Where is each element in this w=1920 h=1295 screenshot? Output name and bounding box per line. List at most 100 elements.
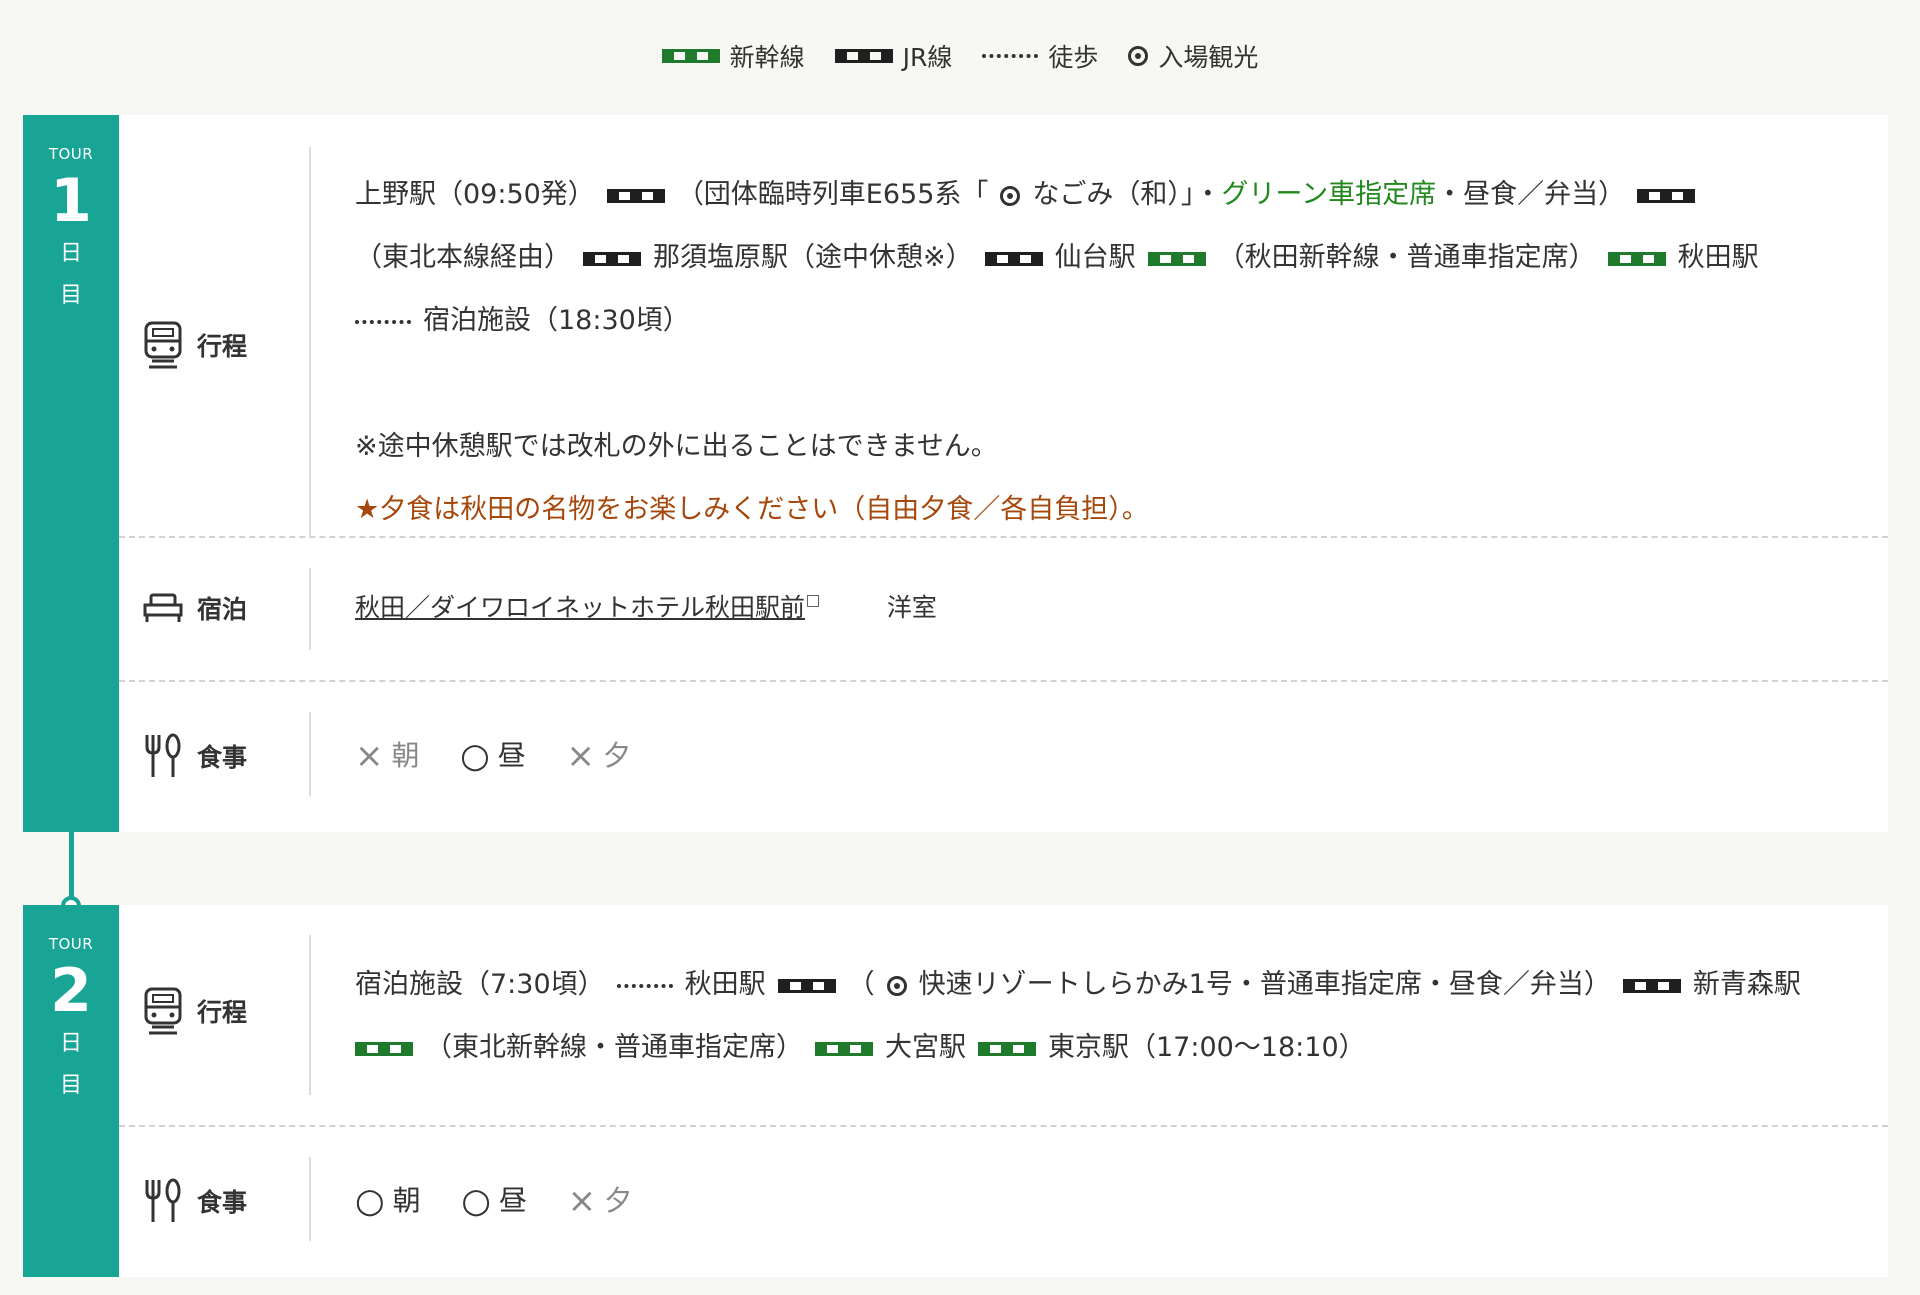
meal-mark: ○	[355, 1180, 385, 1221]
dinner-note: ★夕食は秋田の名物をお楽しみください（自由夕食／各自負担）。	[355, 494, 1149, 525]
meal-breakfast: × 朝	[355, 724, 420, 787]
day-1-section: TOUR 1 日 目 行程 上野駅（09:50発） （団体臨時列車E655系「 …	[23, 115, 1888, 832]
hotel-departure: 宿泊施設（7:30頃）	[355, 969, 605, 1000]
divider	[309, 935, 311, 1095]
room-type: 洋室	[886, 593, 937, 622]
meal-mark: ×	[566, 735, 595, 776]
shinkansen-track-icon	[355, 1041, 413, 1056]
lodging-label-text: 宿泊	[197, 595, 248, 624]
hotel-link[interactable]: 秋田／ダイワロイネットホテル秋田駅前	[355, 593, 805, 622]
meal-label: 朝	[391, 739, 420, 772]
divider	[309, 712, 311, 796]
green-seat-text: グリーン車指定席	[1221, 179, 1437, 210]
lodging-label: 宿泊	[143, 588, 323, 628]
train-name: なごみ（和）」・	[1032, 179, 1222, 210]
legend-jr-label: JR線	[902, 43, 953, 72]
station-akita: 秋田駅	[684, 969, 766, 1000]
walk-dots-icon	[355, 319, 411, 324]
lunch-info: ・昼食／弁当）	[1436, 179, 1626, 210]
jr-track-icon	[777, 978, 836, 993]
meal-mark: ×	[355, 735, 384, 776]
legend-shinkansen-label: 新幹線	[729, 43, 805, 72]
jr-track-icon	[606, 188, 665, 203]
day-1-card: 行程 上野駅（09:50発） （団体臨時列車E655系「 なごみ（和）」・グリーン車…	[119, 115, 1888, 832]
meals-content: ○ 朝 ○ 昼 × 夕	[355, 1169, 1838, 1235]
bed-icon	[143, 593, 183, 622]
station-nasushiobara: 那須塩原駅（途中休憩※）	[653, 242, 973, 273]
sightseeing-target-icon	[1000, 185, 1021, 206]
jr-track-icon	[583, 251, 641, 266]
legend-walk: 徒歩	[982, 38, 1098, 74]
tour-label: TOUR	[48, 935, 94, 953]
itinerary-content: 宿泊施設（7:30頃） 秋田駅 （ 快速リゾートしらかみ1号・普通車指定席・昼食／弁当…	[355, 953, 1838, 1079]
meal-label: 夕	[602, 739, 631, 772]
sightseeing-target-icon	[1128, 46, 1149, 66]
itinerary-note: ※途中休憩駅では改札の外に出ることはできません。	[355, 431, 998, 462]
itinerary-row: 行程 宿泊施設（7:30頃） 秋田駅 （ 快速リゾートしらかみ1号・普通車指定席・昼食…	[119, 905, 1888, 1127]
station-tokyo: 東京駅（17:00～18:10）	[1048, 1032, 1366, 1063]
jr-track-icon	[834, 49, 893, 63]
train-info: 快速リゾートしらかみ1号・普通車指定席・昼食／弁当）	[918, 969, 1611, 1000]
station-akita: 秋田駅	[1677, 242, 1759, 273]
shinkansen-info: （東北新幹線・普通車指定席）	[425, 1032, 803, 1063]
divider	[309, 147, 311, 536]
hotel-arrival: 宿泊施設（18:30頃）	[423, 305, 690, 336]
meals-label: 食事	[143, 733, 323, 778]
meals-label-text: 食事	[197, 1188, 248, 1217]
station-ueno: 上野駅（09:50発）	[355, 179, 595, 210]
day-kanji: 目	[59, 283, 82, 308]
legend-shinkansen: 新幹線	[661, 38, 805, 74]
itinerary-content: 上野駅（09:50発） （団体臨時列車E655系「 なごみ（和）」・グリーン車指定席…	[355, 163, 1838, 541]
meal-dinner: × 夕	[568, 1169, 633, 1232]
day-2-badge: TOUR 2 日 目	[23, 905, 119, 1277]
itinerary-label-text: 行程	[197, 998, 248, 1027]
day-kanji: 目	[59, 1073, 82, 1098]
meals-label-text: 食事	[197, 743, 248, 772]
train-icon	[144, 987, 182, 1035]
station-shin-aomori: 新青森駅	[1692, 969, 1801, 1000]
divider	[309, 1157, 311, 1241]
itinerary-line: （東北本線経由） 那須塩原駅（途中休憩※） 仙台駅 （秋田新幹線・普通車指定席） 秋田駅	[355, 226, 1838, 289]
shinkansen-info: （秋田新幹線・普通車指定席）	[1217, 242, 1596, 273]
legend-jr: JR線	[834, 38, 953, 74]
legend-sightseeing-label: 入場観光	[1158, 43, 1259, 72]
itinerary-line: 宿泊施設（18:30頃）	[355, 289, 1838, 352]
meals-row: 食事 ○ 朝 ○ 昼 × 夕	[119, 1127, 1888, 1277]
meals-content: × 朝 ○ 昼 × 夕	[355, 724, 1838, 790]
meal-label: 昼	[498, 1184, 527, 1217]
day-1-badge: TOUR 1 日 目	[23, 115, 119, 832]
meal-mark: ×	[567, 1180, 597, 1221]
meal-mark: ○	[461, 1180, 491, 1221]
jr-track-icon	[984, 251, 1043, 266]
shinkansen-track-icon	[1607, 251, 1666, 266]
route-info: （東北本線経由）	[355, 242, 571, 273]
meal-lunch: ○ 昼	[460, 724, 526, 787]
meal-mark: ○	[460, 735, 490, 776]
itinerary-row: 行程 上野駅（09:50発） （団体臨時列車E655系「 なごみ（和）」・グリーン車…	[119, 115, 1888, 538]
legend-walk-label: 徒歩	[1048, 43, 1099, 72]
external-link-icon	[807, 594, 820, 607]
lodging-content: 秋田／ダイワロイネットホテル秋田駅前 洋室	[355, 576, 1838, 639]
day-number: 2	[50, 956, 92, 1026]
shinkansen-track-icon	[978, 1041, 1036, 1056]
meal-label: 昼	[497, 739, 526, 772]
day-2-section: TOUR 2 日 目 行程 宿泊施設（7:30頃） 秋田駅（快速リゾートしらかみ…	[23, 905, 1888, 1277]
walk-dots-icon	[982, 54, 1039, 58]
walk-dots-icon	[616, 983, 673, 988]
legend-sightseeing: 入場観光	[1128, 38, 1258, 74]
divider	[309, 568, 311, 650]
shinkansen-track-icon	[815, 1041, 873, 1056]
tour-label: TOUR	[48, 145, 94, 163]
day-2-card: 行程 宿泊施設（7:30頃） 秋田駅 （ 快速リゾートしらかみ1号・普通車指定席・昼食…	[119, 905, 1888, 1277]
meal-label: 夕	[604, 1184, 633, 1217]
jr-track-icon	[1622, 978, 1681, 993]
route-legend: 新幹線 JR線 徒歩 入場観光	[0, 36, 1920, 76]
day-kanji: 日	[59, 1031, 82, 1056]
shinkansen-track-icon	[1147, 251, 1206, 266]
station-omiya: 大宮駅	[885, 1032, 966, 1063]
itinerary-label-text: 行程	[197, 332, 248, 361]
lodging-row: 宿泊 秋田／ダイワロイネットホテル秋田駅前 洋室	[119, 538, 1888, 682]
shinkansen-track-icon	[661, 49, 720, 63]
sightseeing-target-icon	[886, 975, 907, 996]
